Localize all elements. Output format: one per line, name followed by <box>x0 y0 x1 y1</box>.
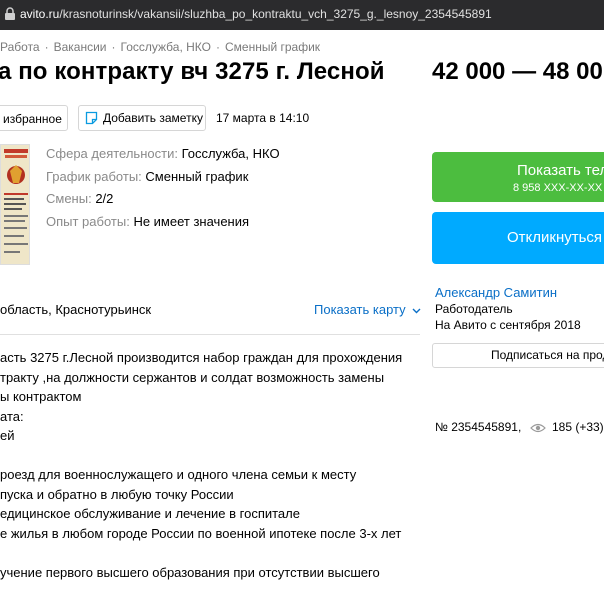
salary-price: 42 000 — 48 00 <box>432 58 603 85</box>
eye-icon <box>529 423 546 432</box>
browser-address-bar[interactable]: avito.ru/krasnoturinsk/vakansii/sluzhba_… <box>0 0 604 30</box>
param-value: Не имеет значения <box>133 213 250 229</box>
address-url[interactable]: avito.ru/krasnoturinsk/vakansii/sluzhba_… <box>20 7 492 21</box>
reply-label: Откликнуться <box>507 229 603 246</box>
param-row: Смены: 2/2 <box>46 191 280 214</box>
lock-icon <box>5 7 15 20</box>
seller-name-link[interactable]: Александр Самитин <box>435 285 557 300</box>
description-line: едицинское обслуживание и лечение в госп… <box>0 506 300 521</box>
param-row: Опыт работы: Не имеет значения <box>46 214 280 237</box>
favorite-button[interactable]: избранное <box>0 105 68 131</box>
url-host: avito.ru <box>20 7 60 21</box>
favorite-label: избранное <box>3 112 62 126</box>
add-note-button[interactable]: Добавить заметку <box>78 105 206 131</box>
show-map-label: Показать карту <box>314 302 406 317</box>
listing-photo-thumbnail[interactable] <box>0 144 30 265</box>
description-line: пуска и обратно в любую точку России <box>0 486 234 502</box>
param-key: График работы: <box>46 168 146 184</box>
description-line: тракту ,на должности сержантов и солдат … <box>0 369 385 385</box>
divider <box>0 334 420 335</box>
ad-info: № 2354545891, 185 (+33) <box>435 420 604 434</box>
chevron-down-icon <box>412 308 421 314</box>
description-line: ей <box>0 428 15 443</box>
breadcrumb-item-rabota[interactable]: Работа <box>0 40 40 54</box>
add-note-label: Добавить заметку <box>103 111 203 125</box>
description-line: е жилья в любом городе России по военной… <box>0 525 402 541</box>
param-key: Смены: <box>46 191 96 206</box>
breadcrumb: Работа · Вакансии · Госслужба, НКО · Сменный г… <box>0 40 320 54</box>
url-path: /krasnoturinsk/vakansii/sluzhba_po_kontr… <box>59 7 492 21</box>
show-phone-label: Показать телеф <box>517 162 604 179</box>
note-icon <box>85 111 98 125</box>
show-phone-button[interactable]: Показать телеф 8 958 XXX-XX-XX <box>432 152 604 202</box>
page-title: а по контракту вч 3275 г. Лесной <box>0 58 385 85</box>
param-row: График работы: Сменный график <box>46 169 280 192</box>
breadcrumb-separator: · <box>215 40 220 54</box>
publish-date: 17 марта в 14:10 <box>216 111 310 125</box>
description-line: учение первого высшего образования при о… <box>0 564 380 580</box>
subscribe-button[interactable]: Подписаться на прода <box>432 343 604 368</box>
breadcrumb-separator: · <box>44 40 49 54</box>
param-key: Сфера деятельности: <box>46 146 182 161</box>
param-value: Сменный график <box>145 168 249 184</box>
description-line <box>0 545 402 565</box>
description-line: ата: <box>0 408 24 424</box>
seller-since: На Авито с сентября 2018 <box>435 318 581 332</box>
param-value: 2/2 <box>95 191 114 206</box>
subscribe-label: Подписаться на прода <box>491 348 604 362</box>
param-key: Опыт работы: <box>46 213 134 229</box>
description-line: асть 3275 г.Лесной производится набор гр… <box>0 350 403 365</box>
breadcrumb-separator: · <box>111 40 116 54</box>
breadcrumb-item-gossluzhba[interactable]: Госслужба, НКО <box>121 40 211 54</box>
poster-image <box>1 145 29 264</box>
param-row: Сфера деятельности: Госслужба, НКО <box>46 146 280 169</box>
location-text: область, Краснотурьинск <box>0 302 152 317</box>
description-line: ы контрактом <box>0 389 82 404</box>
reply-button[interactable]: Откликнуться <box>432 212 604 264</box>
description-line <box>0 448 402 468</box>
breadcrumb-item-vakansii[interactable]: Вакансии <box>54 40 107 54</box>
description-line: роезд для военнослужащего и одного члена… <box>0 467 357 482</box>
view-count: 185 (+33) <box>551 420 604 434</box>
description: асть 3275 г.Лесной производится набор гр… <box>0 350 402 584</box>
show-map-link[interactable]: Показать карту <box>314 302 421 317</box>
phone-number-masked: 8 958 XXX-XX-XX <box>513 182 603 194</box>
job-params: Сфера деятельности: Госслужба, НКО Графи… <box>46 146 280 236</box>
seller-role: Работодатель <box>435 302 513 316</box>
ad-number: № 2354545891, <box>435 420 522 434</box>
param-value: Госслужба, НКО <box>181 146 280 161</box>
breadcrumb-item-schedule[interactable]: Сменный график <box>225 40 320 54</box>
